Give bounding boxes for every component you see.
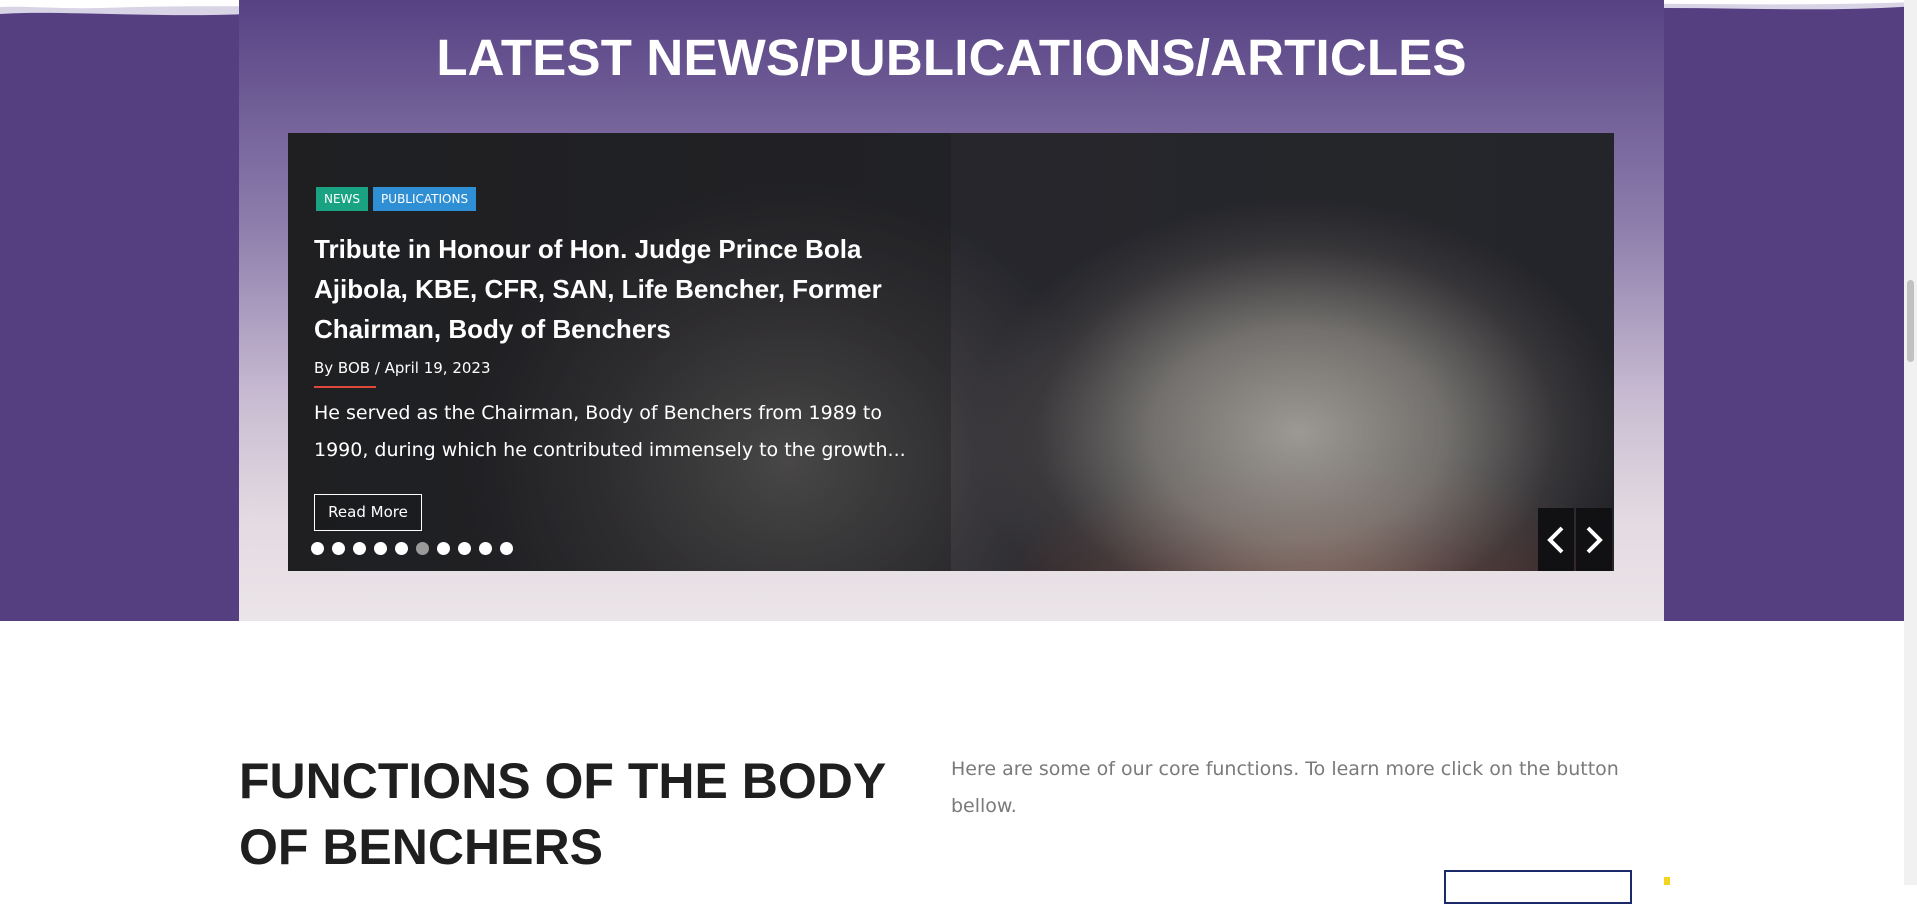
section-title: LATEST NEWS/PUBLICATIONS/ARTICLES (436, 29, 1467, 86)
pagination-dot[interactable] (332, 542, 345, 555)
slide-excerpt: He served as the Chairman, Body of Bench… (314, 402, 906, 461)
pagination-dot[interactable] (479, 542, 492, 555)
slide-title[interactable]: Tribute in Honour of Hon. Judge Prince B… (314, 229, 914, 349)
slider-pagination (311, 542, 513, 555)
learn-more-button[interactable] (1444, 870, 1632, 904)
slide-meta: By BOB / April 19, 2023 (314, 359, 491, 377)
pagination-dot[interactable] (353, 542, 366, 555)
pagination-dot[interactable] (374, 542, 387, 555)
news-panel: LATEST NEWS/PUBLICATIONS/ARTICLES NEWS P… (239, 0, 1664, 621)
slide-image-shade (951, 133, 1614, 571)
slider-next-button[interactable] (1576, 508, 1612, 571)
pagination-dot[interactable] (458, 542, 471, 555)
news-slider[interactable]: NEWS PUBLICATIONS Tribute in Honour of H… (288, 133, 1614, 571)
functions-description: Here are some of our core functions. To … (951, 758, 1619, 817)
button-accent (1664, 877, 1670, 885)
meta-underline (314, 386, 376, 388)
chevron-left-icon (1547, 526, 1564, 553)
slide-tags: NEWS PUBLICATIONS (316, 187, 477, 211)
pagination-dot-active[interactable] (416, 542, 429, 555)
chevron-right-icon (1586, 526, 1603, 553)
pagination-dot[interactable] (437, 542, 450, 555)
page-scrollbar[interactable] (1904, 0, 1917, 885)
read-more-button[interactable]: Read More (314, 494, 422, 531)
pagination-dot[interactable] (395, 542, 408, 555)
functions-title: FUNCTIONS OF THE BODY OF BENCHERS (239, 753, 886, 875)
tag-news[interactable]: NEWS (316, 187, 369, 211)
pagination-dot[interactable] (311, 542, 324, 555)
scrollbar-thumb[interactable] (1907, 280, 1914, 362)
tag-publications[interactable]: PUBLICATIONS (373, 187, 477, 211)
slider-prev-button[interactable] (1538, 508, 1574, 571)
pagination-dot[interactable] (500, 542, 513, 555)
